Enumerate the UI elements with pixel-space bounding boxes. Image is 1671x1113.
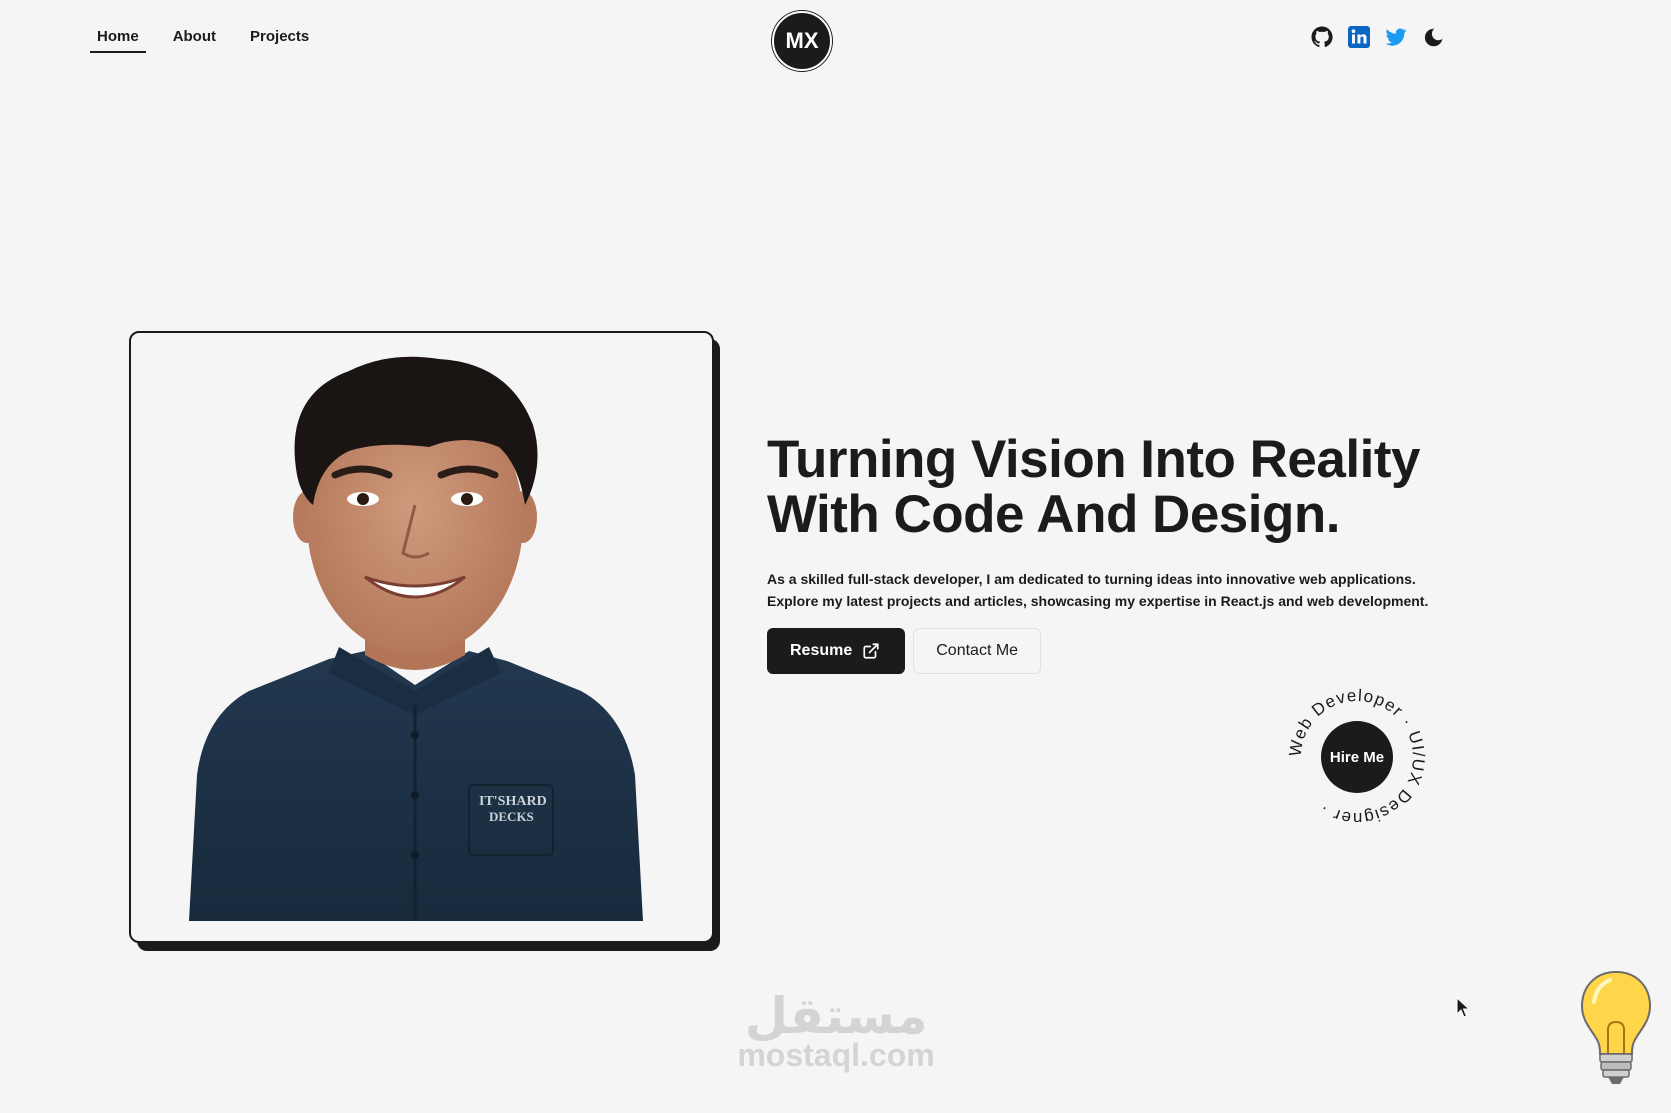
watermark-arabic: مستقل (744, 987, 928, 1045)
hire-me-badge[interactable]: Web Developer · UI/UX Designer · Hire Me (1286, 686, 1428, 828)
contact-me-button[interactable]: Contact Me (913, 628, 1042, 674)
theme-toggle-moon-icon[interactable] (1421, 25, 1445, 49)
hire-me-button[interactable]: Hire Me (1321, 721, 1393, 793)
svg-text:IT'SHARD: IT'SHARD (479, 794, 547, 809)
hero-headline-line-1: Turning Vision Into Reality (767, 430, 1420, 489)
github-icon[interactable] (1310, 25, 1334, 49)
hero-buttons: Resume Contact Me (767, 628, 1467, 674)
social-links (1310, 25, 1445, 49)
top-navbar: Home About Projects MX (0, 0, 1671, 90)
resume-button-label: Resume (790, 642, 853, 659)
hero-intro: As a skilled full-stack developer, I am … (767, 571, 1429, 609)
svg-text:DECKS: DECKS (489, 809, 534, 824)
linkedin-icon[interactable] (1347, 25, 1371, 49)
nav-link-about[interactable]: About (166, 26, 223, 53)
nav-link-home[interactable]: Home (90, 26, 146, 53)
profile-card: IT'SHARD DECKS (129, 331, 714, 943)
site-logo[interactable]: MX (772, 11, 832, 71)
watermark: مستقل mostaql.com (734, 987, 938, 1073)
external-link-icon (863, 643, 879, 659)
hero-headline-line-2: With Code And Design. (767, 485, 1340, 544)
twitter-icon[interactable] (1384, 25, 1408, 49)
profile-photo: IT'SHARD DECKS (189, 356, 643, 921)
hero-headline: Turning Vision Into Reality With Code An… (767, 432, 1467, 542)
light-bulb-icon (1580, 970, 1652, 1084)
nav-links: Home About Projects (90, 26, 336, 53)
mouse-cursor-icon (1456, 997, 1470, 1018)
resume-button[interactable]: Resume (767, 628, 906, 674)
hero-section: Turning Vision Into Reality With Code An… (767, 432, 1467, 674)
watermark-latin: mostaql.com (737, 1037, 935, 1073)
nav-link-projects[interactable]: Projects (243, 26, 316, 53)
